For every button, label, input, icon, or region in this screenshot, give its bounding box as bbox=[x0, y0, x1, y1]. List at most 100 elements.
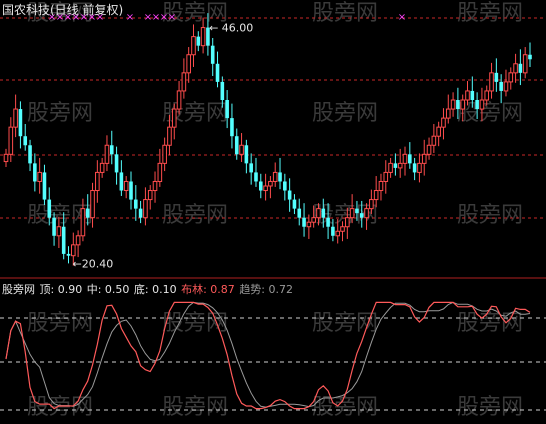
candle-down bbox=[254, 172, 258, 182]
watermark-text: 股旁网 bbox=[162, 311, 228, 336]
watermark-text: 股旁网 bbox=[457, 101, 523, 126]
watermark-text: 股旁网 bbox=[162, 203, 228, 228]
candle-up bbox=[13, 108, 18, 128]
candle-up bbox=[484, 90, 490, 101]
watermark-text: 股旁网 bbox=[312, 1, 378, 26]
candle-down bbox=[518, 63, 523, 73]
candle-up bbox=[171, 108, 177, 128]
watermark-text: 股旁网 bbox=[457, 395, 523, 420]
candle-down bbox=[499, 81, 503, 91]
candle-up bbox=[90, 190, 95, 219]
candle-down bbox=[225, 100, 229, 119]
candle-down bbox=[278, 172, 282, 182]
low-price-label: ←20.40 bbox=[72, 257, 113, 270]
candle-up bbox=[445, 108, 451, 119]
candle-down bbox=[297, 208, 302, 218]
candle-up bbox=[402, 153, 408, 164]
candle-up bbox=[3, 153, 9, 163]
indicator-top-label: 顶: 0.90 bbox=[39, 283, 83, 296]
candle-up bbox=[383, 171, 389, 182]
candle-up bbox=[157, 162, 163, 182]
watermark-text: 股旁网 bbox=[162, 101, 228, 126]
candle-down bbox=[138, 208, 143, 218]
candle-up bbox=[200, 27, 206, 47]
watermark-text: 股旁网 bbox=[162, 395, 228, 420]
candle-down bbox=[66, 253, 71, 256]
candle-down bbox=[210, 45, 215, 64]
candle-up bbox=[503, 81, 509, 92]
candle-up bbox=[431, 135, 437, 146]
candle-down bbox=[331, 226, 335, 236]
candle-down bbox=[129, 181, 133, 200]
candle-up bbox=[143, 199, 148, 219]
watermark-text: 股旁网 bbox=[457, 1, 523, 26]
candle-down bbox=[470, 90, 475, 100]
candle-up bbox=[8, 126, 14, 155]
candle-down bbox=[408, 154, 412, 164]
candle-down bbox=[393, 163, 398, 168]
candle-up bbox=[345, 217, 350, 228]
candle-down bbox=[244, 145, 249, 164]
watermark-text: 股旁网 bbox=[312, 101, 378, 126]
candle-down bbox=[528, 54, 532, 60]
candle-up bbox=[263, 185, 268, 192]
indicator-mid-label: 中: 0.50 bbox=[86, 283, 130, 296]
candle-up bbox=[335, 230, 341, 237]
candle-down bbox=[119, 172, 124, 191]
candle-down bbox=[249, 163, 253, 173]
candle-down bbox=[33, 163, 37, 182]
candle-down bbox=[85, 208, 90, 218]
candle-up bbox=[316, 208, 321, 219]
candle-up bbox=[75, 235, 81, 246]
candle-down bbox=[23, 136, 28, 146]
candle-down bbox=[230, 118, 234, 137]
indicator-trend-label: 趋势: 0.72 bbox=[239, 283, 294, 296]
candle-up bbox=[436, 126, 441, 137]
candle-up bbox=[186, 54, 191, 74]
indicator-name: 股旁网 bbox=[2, 283, 35, 296]
candle-down bbox=[321, 208, 326, 218]
indicator-legend: 股旁网 顶: 0.90 中: 0.50 底: 0.10 布林: 0.87 趋势:… bbox=[2, 281, 294, 297]
candle-up bbox=[460, 99, 465, 110]
candle-up bbox=[340, 226, 345, 232]
candle-up bbox=[123, 180, 129, 192]
high-price-label: ← 46.00 bbox=[209, 22, 253, 35]
signal-marker: × bbox=[398, 12, 406, 23]
candle-up bbox=[37, 171, 42, 182]
candle-down bbox=[52, 217, 56, 236]
watermark-text: 股旁网 bbox=[457, 203, 523, 228]
candle-up bbox=[364, 208, 369, 219]
indicator-boll-label: 布林: 0.87 bbox=[181, 283, 235, 296]
candle-up bbox=[369, 199, 374, 210]
candle-up bbox=[397, 162, 403, 169]
candle-down bbox=[133, 199, 138, 209]
candle-up bbox=[147, 190, 153, 201]
candle-up bbox=[162, 144, 167, 164]
signal-marker: × bbox=[126, 12, 134, 23]
candle-up bbox=[311, 217, 316, 223]
candle-down bbox=[456, 100, 460, 110]
candle-up bbox=[373, 190, 379, 201]
candle-up bbox=[426, 144, 432, 155]
candle-up bbox=[268, 180, 273, 187]
candle-up bbox=[71, 244, 76, 257]
candle-up bbox=[378, 180, 384, 192]
candle-down bbox=[18, 109, 23, 137]
candle-down bbox=[475, 100, 479, 110]
candle-up bbox=[167, 126, 172, 146]
chart-title: 国农科技(日线 前复权) bbox=[2, 3, 124, 17]
candle-down bbox=[234, 136, 239, 155]
candle-down bbox=[494, 72, 499, 82]
candle-up bbox=[479, 99, 485, 110]
candle-down bbox=[42, 172, 47, 200]
candle-down bbox=[258, 181, 263, 191]
candle-down bbox=[326, 217, 330, 227]
candle-down bbox=[28, 145, 32, 164]
candle-up bbox=[513, 63, 518, 74]
candle-up bbox=[349, 208, 355, 219]
candle-down bbox=[412, 163, 417, 173]
stock-chart[interactable]: 股旁网 股旁网 股旁网 股旁网股旁网 股旁网 股旁网 股旁网股旁网 股旁网 股旁网 股旁网股旁网股… bbox=[0, 0, 546, 424]
candle-down bbox=[287, 190, 292, 200]
candle-up bbox=[388, 162, 393, 173]
candle-down bbox=[114, 154, 119, 173]
